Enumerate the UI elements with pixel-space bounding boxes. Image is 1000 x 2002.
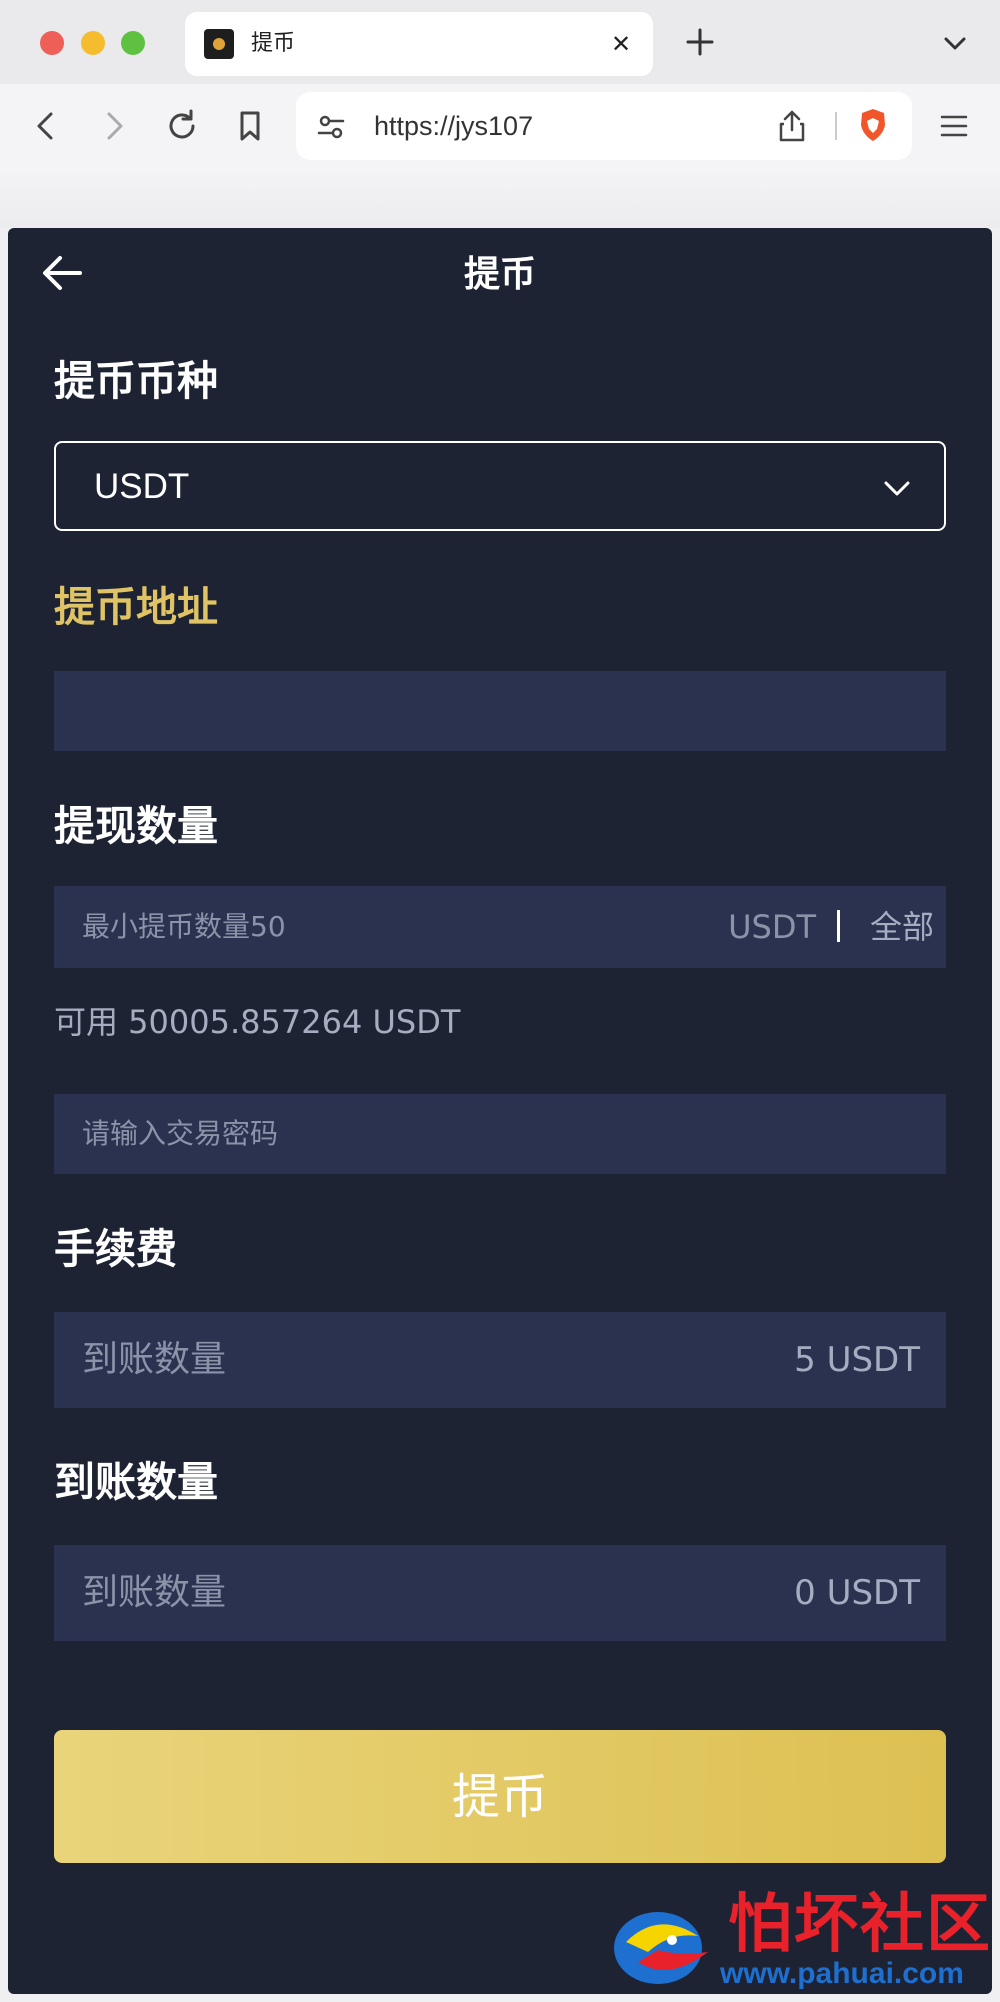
address-divider <box>835 112 837 140</box>
trade-password-input[interactable]: 请输入交易密码 <box>54 1094 946 1174</box>
watermark-url: www.pahuai.com <box>720 1957 964 1990</box>
browser-toolbar: https://jys107 <box>0 84 1000 168</box>
amount-all-button[interactable]: 全部 <box>870 907 934 947</box>
back-nav-button[interactable] <box>26 106 66 146</box>
received-field: 到账数量 0 USDT <box>54 1545 946 1641</box>
page-top-strip <box>0 168 1000 228</box>
amount-unit: USDT <box>728 908 816 946</box>
new-tab-button[interactable] <box>680 22 720 62</box>
received-field-label: 到账数量 <box>82 1572 227 1613</box>
page-title: 提币 <box>463 254 536 295</box>
available-balance: 可用 50005.857264 USDT <box>54 1003 461 1041</box>
reload-button[interactable] <box>162 106 202 146</box>
address-input[interactable] <box>54 671 946 751</box>
chevron-down-icon[interactable] <box>940 28 970 58</box>
address-url-text[interactable]: https://jys107 <box>374 110 533 142</box>
fee-field: 到账数量 5 USDT <box>54 1312 946 1408</box>
watermark-text: 怕坏社区 <box>728 1887 992 1962</box>
hamburger-menu-icon[interactable] <box>938 110 970 142</box>
site-settings-icon[interactable] <box>316 112 346 142</box>
received-section-label: 到账数量 <box>54 1458 218 1506</box>
watermark-logo-icon <box>614 1912 708 1984</box>
trade-password-placeholder: 请输入交易密码 <box>82 1117 279 1150</box>
amount-input[interactable]: 最小提币数量50 USDT 全部 <box>54 886 946 968</box>
amount-section-label: 提现数量 <box>54 802 218 850</box>
window-close-button[interactable] <box>40 31 64 55</box>
withdraw-submit-label: 提币 <box>451 1769 548 1825</box>
tab-title: 提币 <box>251 31 296 56</box>
coin-select[interactable]: USDT <box>54 441 946 531</box>
withdraw-panel: 提币 提币币种 USDT 提币地址 提现数量 最小提币数量50 USDT 全部 … <box>8 228 992 1994</box>
address-section-label: 提币地址 <box>54 583 218 631</box>
window-minimize-button[interactable] <box>81 31 105 55</box>
fee-section-label: 手续费 <box>54 1225 177 1273</box>
tab-close-button[interactable]: ✕ <box>603 26 639 62</box>
chevron-down-icon <box>884 481 910 496</box>
received-value: 0 USDT <box>794 1573 920 1613</box>
window-zoom-button[interactable] <box>121 31 145 55</box>
address-bar[interactable]: https://jys107 <box>296 92 912 160</box>
share-icon[interactable] <box>776 109 808 143</box>
amount-input-placeholder: 最小提币数量50 <box>82 910 286 943</box>
fee-field-label: 到账数量 <box>82 1339 227 1380</box>
forward-nav-button[interactable] <box>94 106 134 146</box>
withdraw-submit-button[interactable]: 提币 <box>54 1730 946 1863</box>
browser-tab[interactable]: 提币 ✕ <box>185 12 653 76</box>
brave-shield-icon[interactable] <box>858 107 888 143</box>
coin-section-label: 提币币种 <box>54 357 218 405</box>
bookmark-button[interactable] <box>230 106 270 146</box>
coin-select-value: USDT <box>94 467 190 506</box>
site-favicon-icon <box>204 29 234 59</box>
browser-tab-bar: 提币 ✕ <box>0 0 1000 84</box>
fee-value: 5 USDT <box>794 1340 920 1380</box>
amount-divider <box>837 910 840 942</box>
